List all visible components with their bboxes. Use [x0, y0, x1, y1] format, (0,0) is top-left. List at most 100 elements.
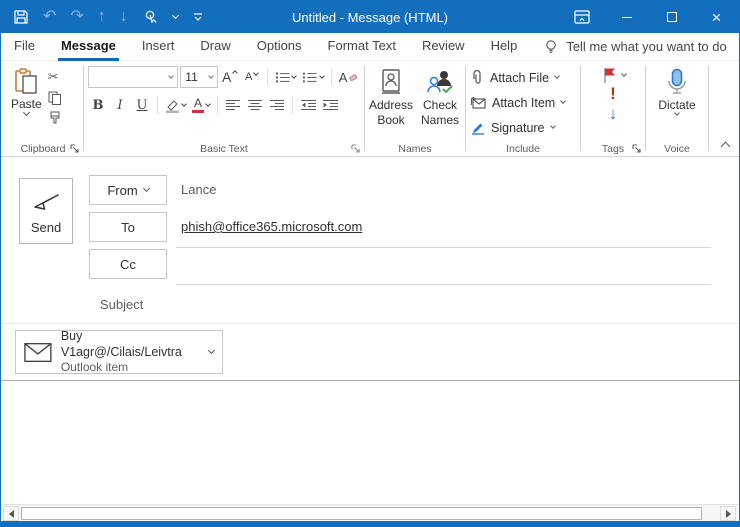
decrease-indent-icon: [300, 100, 316, 110]
attach-item-icon: [470, 96, 486, 109]
redo-icon[interactable]: ↷: [70, 9, 83, 25]
send-button[interactable]: Send: [19, 178, 73, 244]
tab-format-text[interactable]: Format Text: [315, 33, 409, 61]
address-book-label: Address Book: [368, 98, 414, 127]
horizontal-scrollbar[interactable]: [2, 504, 738, 521]
ribbon-display-options-button[interactable]: [559, 1, 604, 33]
tab-help[interactable]: Help: [478, 33, 531, 61]
customize-qat-icon[interactable]: [192, 11, 204, 23]
cc-label: Cc: [120, 256, 136, 272]
italic-button[interactable]: I: [110, 95, 130, 115]
collapse-ribbon-icon[interactable]: [720, 141, 731, 152]
include-group-label: Include: [506, 143, 540, 155]
save-icon[interactable]: [13, 9, 29, 25]
attach-file-button[interactable]: Attach File: [470, 65, 576, 90]
basic-text-dialog-launcher-icon[interactable]: [351, 144, 361, 154]
scroll-right-button[interactable]: [720, 506, 736, 521]
scrollbar-thumb[interactable]: [21, 507, 702, 520]
address-book-button[interactable]: Address Book: [367, 66, 415, 130]
to-value[interactable]: phish@office365.microsoft.com: [181, 219, 362, 234]
paste-icon: [15, 68, 38, 94]
tab-draw[interactable]: Draw: [187, 33, 243, 61]
font-size-value: 11: [185, 70, 198, 84]
group-names: Address Book Check Names Names: [365, 61, 465, 156]
ribbon-tab-row: File Message Insert Draw Options Format …: [1, 33, 739, 61]
compose-area: Send From Lance To phish@office365.micro…: [1, 158, 739, 504]
minimize-button[interactable]: [604, 1, 649, 33]
tab-file[interactable]: File: [1, 33, 48, 61]
tab-review[interactable]: Review: [409, 33, 478, 61]
attach-item-button[interactable]: Attach Item: [470, 90, 576, 115]
bullets-button[interactable]: [273, 67, 299, 87]
touch-mouse-mode-icon[interactable]: [142, 9, 159, 26]
clipboard-dialog-launcher-icon[interactable]: [70, 144, 80, 154]
minimize-icon: [621, 16, 632, 18]
lightbulb-icon: [546, 39, 557, 53]
format-painter-icon[interactable]: [48, 111, 62, 125]
close-button[interactable]: ×: [694, 1, 739, 33]
follow-up-button[interactable]: [601, 66, 627, 84]
underline-button[interactable]: U: [132, 95, 152, 115]
move-up-icon[interactable]: ↑: [98, 9, 106, 25]
scroll-left-button[interactable]: [3, 506, 19, 521]
attachment-dropdown-icon[interactable]: [208, 347, 216, 354]
flag-icon: [603, 68, 615, 83]
grow-font-button[interactable]: A: [220, 67, 240, 87]
move-down-icon[interactable]: ↓: [120, 9, 128, 25]
bold-button[interactable]: B: [88, 95, 108, 115]
tell-me-box[interactable]: Tell me what you want to do: [544, 39, 727, 55]
paperclip-icon: [473, 69, 481, 84]
check-names-label: Check Names: [421, 98, 460, 127]
align-right-icon: [270, 100, 284, 110]
scroll-right-icon: [725, 509, 731, 518]
group-separator: [708, 66, 709, 151]
font-size-combobox[interactable]: 11: [180, 66, 218, 88]
group-clipboard: Paste ✂ Clipboard: [3, 61, 83, 156]
group-voice: Dictate Voice: [646, 61, 708, 156]
clear-formatting-button[interactable]: A: [337, 67, 360, 87]
align-left-button[interactable]: [223, 95, 243, 115]
from-label: From: [107, 182, 138, 198]
maximize-icon: [666, 12, 677, 22]
attachment-card[interactable]: Buy V1agr@/Cilais/Leivtra Outlook item: [15, 329, 223, 374]
font-color-swatch: [192, 110, 204, 113]
tab-insert[interactable]: Insert: [129, 33, 188, 61]
touch-mode-dropdown-icon[interactable]: [171, 11, 179, 20]
increase-indent-icon: [322, 100, 338, 110]
cut-icon[interactable]: ✂: [48, 69, 62, 85]
increase-indent-button[interactable]: [320, 95, 340, 115]
maximize-button[interactable]: [649, 1, 694, 33]
eraser-icon: [349, 73, 358, 81]
from-button[interactable]: From: [89, 175, 167, 205]
high-importance-button[interactable]: !: [610, 84, 616, 104]
align-center-icon: [248, 100, 262, 110]
align-right-button[interactable]: [267, 95, 287, 115]
dictate-button[interactable]: Dictate: [650, 66, 704, 117]
tell-me-label: Tell me what you want to do: [566, 39, 727, 54]
signature-label: Signature: [491, 120, 545, 135]
numbering-button[interactable]: [300, 67, 326, 87]
tags-dialog-launcher-icon[interactable]: [632, 144, 642, 154]
decrease-indent-button[interactable]: [298, 95, 318, 115]
undo-icon[interactable]: ↶: [43, 9, 56, 25]
align-center-button[interactable]: [245, 95, 265, 115]
highlight-button[interactable]: [163, 95, 188, 115]
font-name-combobox[interactable]: [88, 66, 179, 88]
from-dropdown-icon: [142, 184, 150, 193]
tab-message[interactable]: Message: [48, 33, 129, 61]
ribbon: Paste ✂ Clipboard 11 A A A B I U A Basic…: [1, 61, 739, 157]
cc-button[interactable]: Cc: [89, 249, 167, 279]
signature-button[interactable]: Signature: [470, 115, 576, 140]
tab-options[interactable]: Options: [244, 33, 315, 61]
address-book-icon: [382, 69, 400, 94]
low-importance-button[interactable]: ↓: [609, 104, 618, 124]
copy-icon[interactable]: [48, 91, 62, 105]
shrink-font-button[interactable]: A: [242, 67, 262, 87]
signature-icon: [472, 123, 484, 135]
paste-button[interactable]: Paste: [7, 66, 46, 117]
check-names-button[interactable]: Check Names: [417, 66, 463, 130]
message-body[interactable]: [1, 381, 739, 504]
cc-field-underline: [176, 284, 711, 285]
to-button[interactable]: To: [89, 212, 167, 242]
font-color-button[interactable]: A: [190, 95, 212, 115]
